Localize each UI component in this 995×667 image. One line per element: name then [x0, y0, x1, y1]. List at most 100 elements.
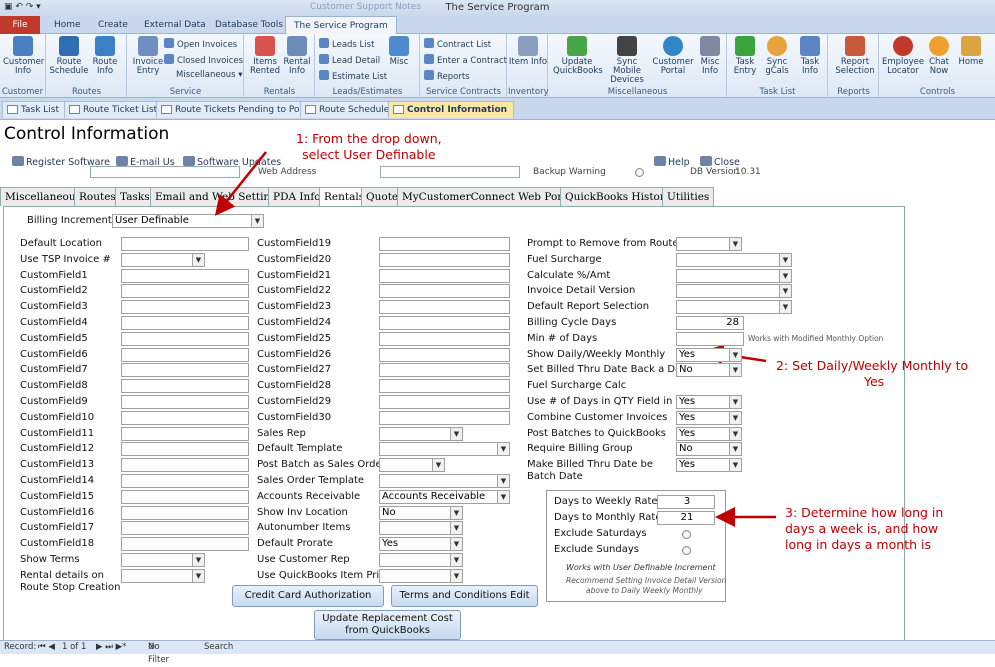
col3-select[interactable]: ▼ [676, 253, 792, 267]
chevron-down-icon: ▼ [450, 507, 462, 519]
col2-input[interactable] [379, 237, 510, 251]
col1-input[interactable] [121, 458, 249, 472]
col2-input[interactable] [379, 253, 510, 267]
col1-label: Show Terms [20, 554, 80, 565]
col2-input[interactable] [379, 300, 510, 314]
prompt-remove-select[interactable]: ▼ [676, 237, 742, 251]
col3-select[interactable]: ▼ [676, 300, 792, 314]
col1-input[interactable] [121, 379, 249, 393]
col3-label: Post Batches to QuickBooks [527, 428, 666, 439]
col1-label: CustomField16 [20, 507, 95, 518]
post-batch-select[interactable]: ▼ [379, 458, 445, 472]
min-days-input[interactable] [676, 332, 744, 346]
col2-select[interactable]: ▼ [379, 553, 463, 567]
col2-label: Sales Order Template [257, 475, 365, 486]
sales-order-template-select[interactable]: ▼ [379, 474, 510, 488]
col2-label: Use QuickBooks Item Price [257, 570, 391, 581]
col3-select[interactable]: ▼ [676, 269, 792, 283]
col3-select[interactable]: Yes ▼ [676, 411, 742, 425]
col2-label: CustomField24 [257, 317, 332, 328]
col1-label: Rental details on [20, 570, 104, 581]
show-daily-weekly-monthly-select[interactable]: Yes ▼ [676, 348, 742, 362]
col1-input[interactable] [121, 284, 249, 298]
col3-label: Calculate %/Amt [527, 270, 611, 281]
col1-input[interactable] [121, 363, 249, 377]
col3-select[interactable]: No ▼ [676, 442, 742, 456]
col1-input[interactable] [121, 537, 249, 551]
col2-input[interactable] [379, 411, 510, 425]
col3-select[interactable]: No ▼ [676, 363, 742, 377]
chevron-down-icon: ▼ [450, 428, 462, 440]
use-tsp-invoice-select[interactable]: ▼ [121, 253, 205, 267]
col1-label: CustomField10 [20, 412, 95, 423]
col3-label: Show Daily/Weekly Monthly [527, 349, 666, 360]
col1-input[interactable] [121, 237, 249, 251]
accounts-receivable-select[interactable]: Accounts Receivable ▼ [379, 490, 510, 504]
col2-label: CustomField26 [257, 349, 332, 360]
col1-input[interactable] [121, 395, 249, 409]
col2-select[interactable]: ▼ [379, 521, 463, 535]
col1-input[interactable] [121, 474, 249, 488]
col1-input[interactable] [121, 442, 249, 456]
col1-label: CustomField13 [20, 459, 95, 470]
chevron-down-icon: ▼ [497, 491, 509, 503]
chevron-down-icon: ▼ [729, 412, 741, 424]
col3-label: Combine Customer Invoices [527, 412, 668, 423]
col1-label: Default Location [20, 238, 103, 249]
col2-input[interactable] [379, 379, 510, 393]
chevron-down-icon: ▼ [432, 459, 444, 471]
chevron-down-icon: ▼ [729, 238, 741, 250]
col1-input[interactable] [121, 300, 249, 314]
default-prorate-select[interactable]: Yes ▼ [379, 537, 463, 551]
chevron-down-icon: ▼ [450, 538, 462, 550]
col2-input[interactable] [379, 332, 510, 346]
col1-input[interactable] [121, 348, 249, 362]
col2-input[interactable] [379, 269, 510, 283]
col1-select[interactable]: ▼ [121, 553, 205, 567]
chevron-down-icon: ▼ [729, 396, 741, 408]
col2-select[interactable]: ▼ [379, 569, 463, 583]
record-nav-next[interactable]: ▶ ⏭ ▶* [96, 641, 126, 654]
record-position[interactable]: 1 of 1 [62, 641, 86, 654]
record-nav-first[interactable]: ⏮ ◀ [38, 641, 55, 654]
col1-input[interactable] [121, 521, 249, 535]
col3-select[interactable]: Yes ▼ [676, 395, 742, 409]
col2-label: Use Customer Rep [257, 554, 350, 565]
billing-cycle-days-input[interactable]: 28 [676, 316, 744, 330]
col2-input[interactable] [379, 363, 510, 377]
arrow-step-1 [214, 151, 267, 216]
col2-label: Autonumber Items [257, 522, 351, 533]
col1-label: CustomField3 [20, 301, 88, 312]
col2-input[interactable] [379, 348, 510, 362]
sales-rep-select[interactable]: ▼ [379, 427, 463, 441]
col1-input[interactable] [121, 506, 249, 520]
search-box[interactable]: Search [204, 641, 233, 654]
record-label: Record: [4, 642, 37, 652]
chevron-down-icon: ▼ [192, 554, 204, 566]
col3-label: Prompt to Remove from Route [527, 238, 679, 249]
col3-select[interactable]: Yes ▼ [676, 458, 742, 472]
col2-label: Accounts Receivable [257, 491, 361, 502]
col1-label: CustomField6 [20, 349, 88, 360]
col1-input[interactable] [121, 269, 249, 283]
col1-input[interactable] [121, 316, 249, 330]
col2-input[interactable] [379, 284, 510, 298]
col1-label: Use TSP Invoice # [20, 254, 111, 265]
col2-label: CustomField29 [257, 396, 332, 407]
col1-label: CustomField8 [20, 380, 88, 391]
col2-label: Default Template [257, 443, 343, 454]
show-inv-location-select[interactable]: No ▼ [379, 506, 463, 520]
default-template-select[interactable]: ▼ [379, 442, 510, 456]
col1-input[interactable] [121, 411, 249, 425]
chevron-down-icon: ▼ [729, 428, 741, 440]
col2-input[interactable] [379, 395, 510, 409]
col2-input[interactable] [379, 316, 510, 330]
col1-input[interactable] [121, 427, 249, 441]
col1-select[interactable]: ▼ [121, 569, 205, 583]
col1-input[interactable] [121, 332, 249, 346]
col3-select[interactable]: ▼ [676, 284, 792, 298]
col2-label: CustomField22 [257, 285, 332, 296]
col1-label: CustomField5 [20, 333, 88, 344]
col3-select[interactable]: Yes ▼ [676, 427, 742, 441]
col1-input[interactable] [121, 490, 249, 504]
